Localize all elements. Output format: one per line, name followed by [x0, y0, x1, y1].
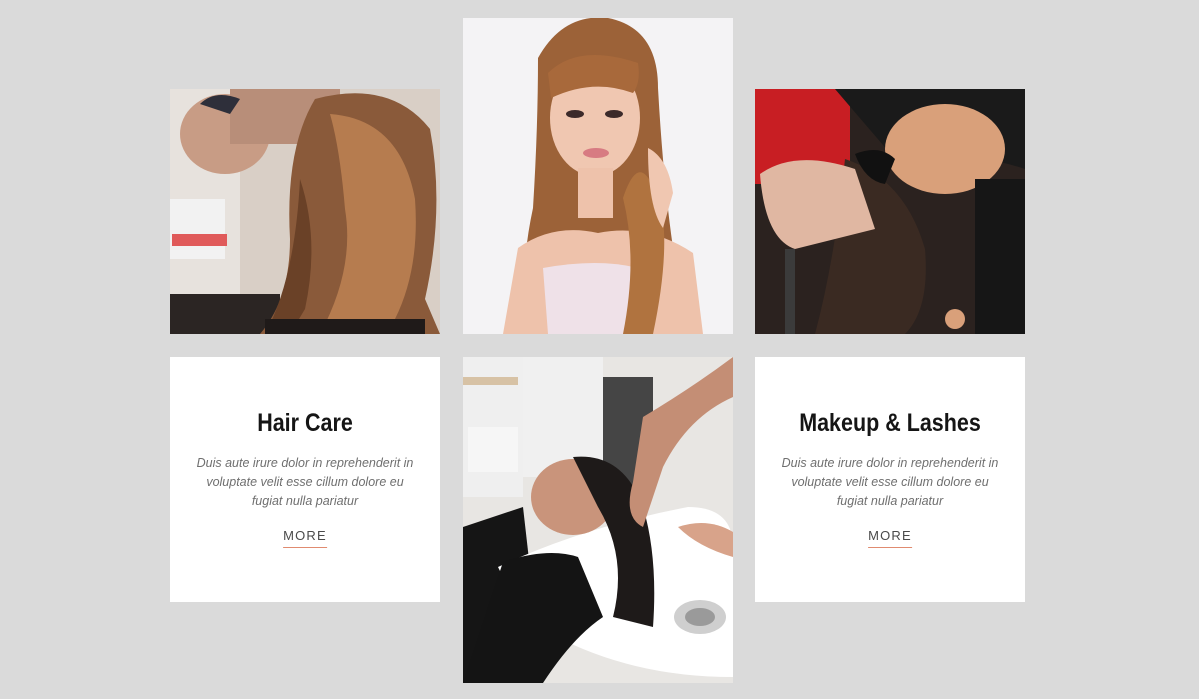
- card-title: Makeup & Lashes: [799, 409, 981, 437]
- makeup-lashes-card: Makeup & Lashes Duis aute irure dolor in…: [755, 357, 1025, 602]
- long-hair-model-photo: [463, 18, 733, 334]
- card-description: Duis aute irure dolor in reprehenderit i…: [781, 456, 999, 508]
- hair-wash-photo: [755, 89, 1025, 334]
- haircut-photo: [170, 89, 440, 334]
- hair-care-card: Hair Care Duis aute irure dolor in repre…: [170, 357, 440, 602]
- card-title: Hair Care: [257, 409, 353, 437]
- card-description: Duis aute irure dolor in reprehenderit i…: [196, 456, 414, 508]
- more-link[interactable]: MORE: [868, 528, 912, 548]
- wash-basin-photo: [463, 357, 733, 683]
- more-link[interactable]: MORE: [283, 528, 327, 548]
